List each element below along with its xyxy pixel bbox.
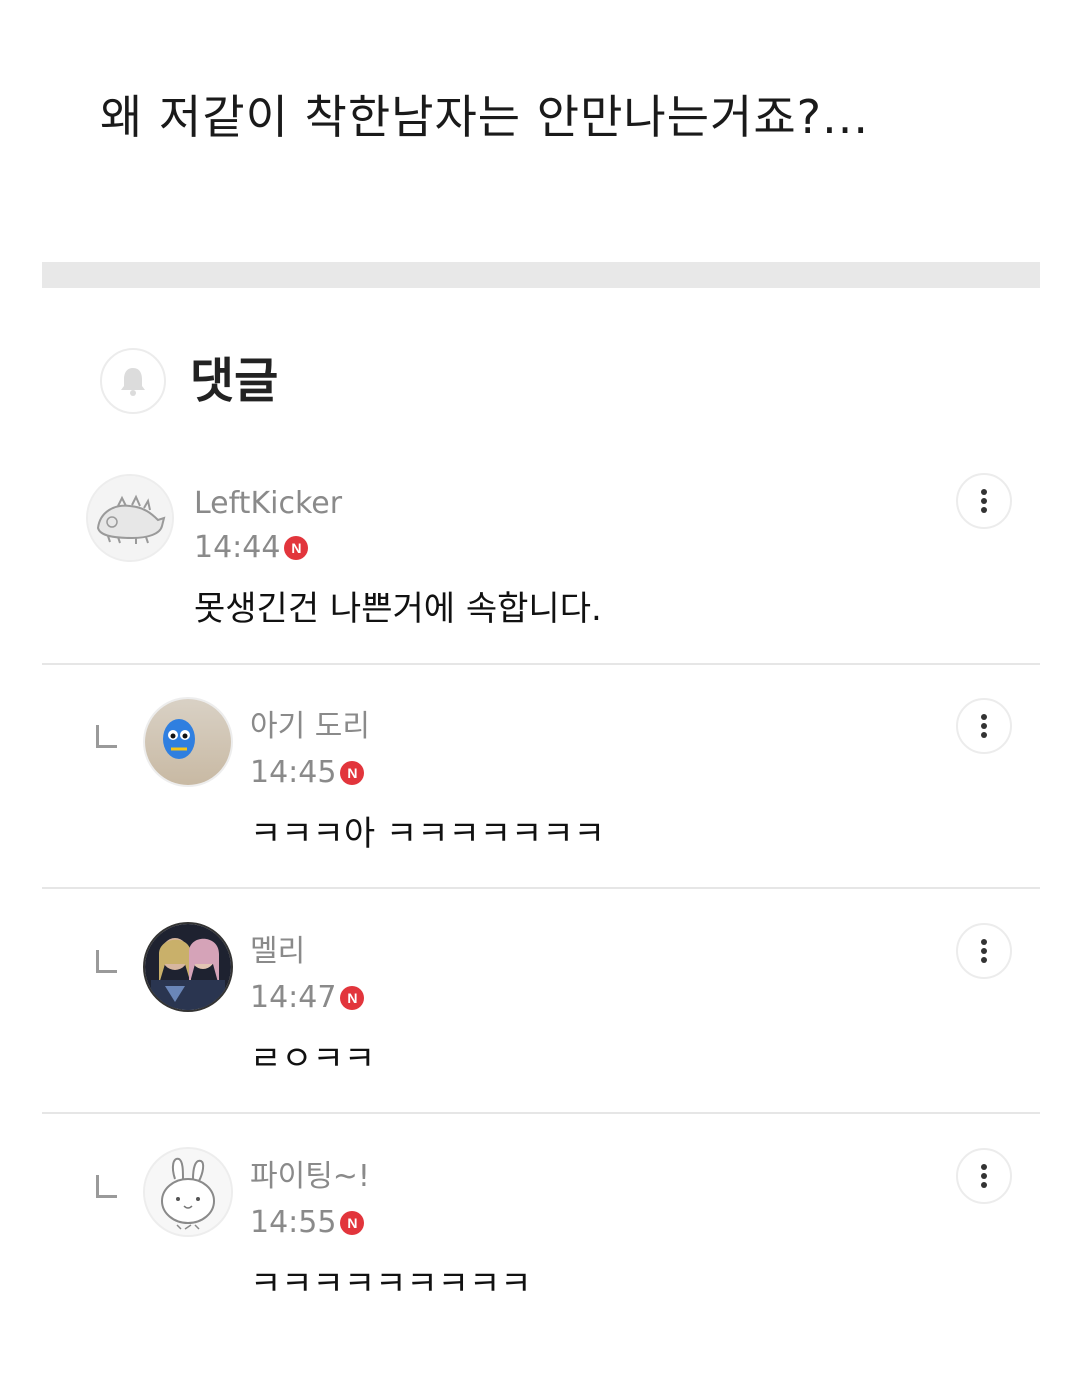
comment-meta: 14:44 N — [194, 528, 309, 568]
comment-item: 아기 도리 14:45 N ㅋㅋㅋ아 ㅋㅋㅋㅋㅋㅋㅋ — [42, 695, 1040, 885]
new-badge-icon: N — [340, 986, 365, 1010]
avatar[interactable] — [143, 922, 233, 1012]
comment-time: 14:44 — [194, 530, 281, 565]
more-options-button[interactable] — [956, 473, 1012, 529]
avatar[interactable] — [86, 474, 174, 562]
row-divider — [42, 887, 1040, 889]
comment-author[interactable]: LeftKicker — [194, 484, 342, 524]
row-divider — [42, 1112, 1040, 1114]
comment-item: LeftKicker 14:44 N 못생긴건 나쁜거에 속합니다. — [42, 470, 1040, 660]
comment-meta: 14:55 N — [250, 1203, 365, 1243]
section-divider — [42, 262, 1040, 288]
comment-time: 14:55 — [250, 1205, 337, 1240]
more-options-button[interactable] — [956, 923, 1012, 979]
comments-header: 댓글 — [100, 346, 278, 416]
new-badge-icon: N — [340, 761, 365, 785]
more-vertical-icon — [981, 939, 987, 963]
reply-indicator-icon — [96, 950, 117, 973]
more-options-button[interactable] — [956, 1148, 1012, 1204]
comment-author[interactable]: 멜리 — [250, 932, 305, 972]
new-badge-icon: N — [340, 1211, 365, 1235]
comment-author[interactable]: 파이팅~! — [250, 1157, 370, 1197]
comments-title: 댓글 — [190, 353, 279, 409]
more-options-button[interactable] — [956, 698, 1012, 754]
comment-item: 파이팅~! 14:55 N ㅋㅋㅋㅋㅋㅋㅋㅋㅋ — [42, 1145, 1040, 1335]
comment-text: ㅋㅋㅋㅋㅋㅋㅋㅋㅋ — [250, 1264, 532, 1304]
comment-meta: 14:47 N — [250, 978, 365, 1018]
reply-indicator-icon — [96, 1175, 117, 1198]
comment-meta: 14:45 N — [250, 753, 365, 793]
more-vertical-icon — [981, 714, 987, 738]
comment-text: ㅋㅋㅋ아 ㅋㅋㅋㅋㅋㅋㅋ — [250, 814, 605, 854]
comment-text: ㄹㅇㅋㅋ — [250, 1039, 376, 1079]
avatar[interactable] — [143, 1147, 233, 1237]
post-title: 왜 저같이 착한남자는 안만나는거죠?... — [100, 90, 869, 144]
more-vertical-icon — [981, 1164, 987, 1188]
comment-author[interactable]: 아기 도리 — [250, 707, 370, 747]
bell-icon[interactable] — [100, 348, 166, 414]
row-divider — [42, 663, 1040, 665]
avatar[interactable] — [143, 697, 233, 787]
comment-text: 못생긴건 나쁜거에 속합니다. — [194, 589, 602, 629]
comment-item: 멜리 14:47 N ㄹㅇㅋㅋ — [42, 920, 1040, 1110]
comment-time: 14:45 — [250, 755, 337, 790]
comment-time: 14:47 — [250, 980, 337, 1015]
reply-indicator-icon — [96, 725, 117, 748]
new-badge-icon: N — [284, 536, 309, 560]
more-vertical-icon — [981, 489, 987, 513]
